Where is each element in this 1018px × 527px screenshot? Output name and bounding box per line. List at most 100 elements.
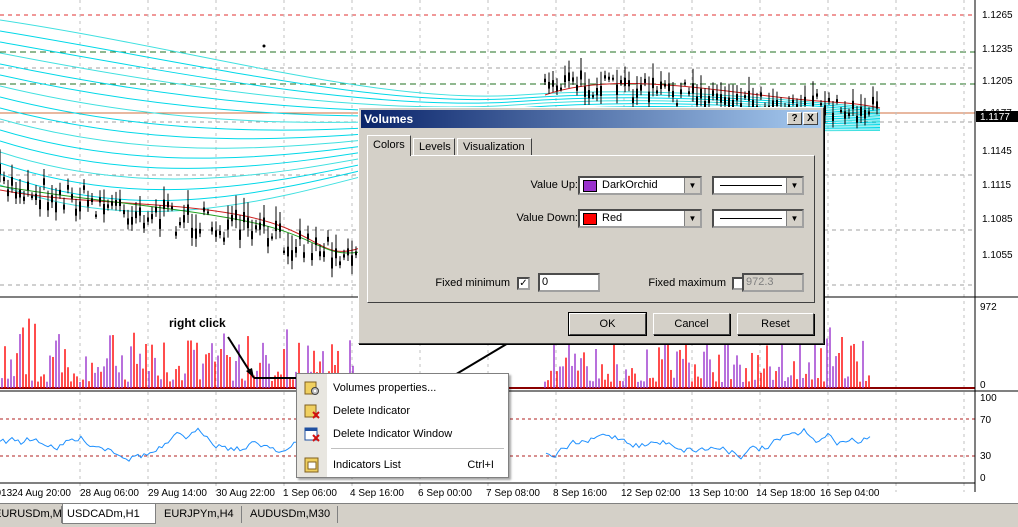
menu-item-label: Indicators List (333, 459, 401, 471)
candle-body (848, 112, 850, 117)
candle-body (219, 230, 221, 236)
menu-item-delete-indicator[interactable]: Delete Indicator (297, 400, 508, 422)
candle-body (267, 238, 269, 247)
value-down-color-name: Red (602, 212, 623, 224)
tab-eurusdm-m1[interactable]: EURUSDm,M1 (0, 506, 68, 523)
price-tick-label: 1.1085 (982, 214, 1013, 225)
menu-item-delete-indicator-window[interactable]: Delete Indicator Window (297, 423, 508, 445)
chevron-down-icon: ▼ (786, 211, 802, 226)
menu-item-volumes-properties[interactable]: Volumes properties... (297, 377, 508, 399)
candle-body (692, 83, 694, 94)
indicators-list-icon (304, 457, 319, 473)
candle-body (592, 95, 594, 98)
candle-body (684, 82, 686, 85)
candle-body (15, 191, 17, 199)
tab-eurjpym-h4[interactable]: EURJPYm,H4 (160, 506, 242, 523)
price-tick-label: 1.1145 (982, 146, 1012, 157)
candle-body (648, 91, 650, 103)
candle-body (548, 81, 550, 89)
indicator-context-menu: Volumes properties... Delete Indicator D… (296, 373, 509, 478)
candle-body (564, 75, 566, 83)
candle-body (339, 261, 341, 266)
candle-body (23, 196, 25, 201)
candle-body (311, 253, 313, 261)
candle-body (3, 177, 5, 182)
close-button[interactable]: X (803, 112, 818, 125)
dialog-titlebar[interactable]: Volumes ? X (361, 110, 821, 128)
right-click-annotation: right click (169, 316, 226, 330)
candle-body (155, 206, 157, 213)
reset-button[interactable]: Reset (737, 313, 814, 335)
fixed-maximum-label: Fixed maximum (648, 277, 726, 289)
candle-body (119, 199, 121, 207)
candle-body (279, 223, 281, 232)
candle-body (792, 99, 794, 104)
candle-body (111, 201, 113, 206)
candle-body (844, 111, 846, 119)
candle-body (632, 97, 634, 104)
candle-body (319, 251, 321, 257)
ma-line (0, 52, 881, 113)
candle-body (239, 229, 241, 240)
candle-body (75, 208, 77, 216)
fixed-minimum-label: Fixed minimum (435, 277, 510, 289)
candle-body (223, 237, 225, 242)
candle-body (580, 70, 582, 80)
delete-window-icon (304, 427, 320, 442)
fixed-maximum-input[interactable]: 972.3 (742, 273, 804, 292)
candle-body (560, 87, 562, 90)
candle-body (207, 211, 209, 214)
tab-levels[interactable]: Levels (413, 138, 455, 155)
candle-body (840, 110, 842, 113)
candle-body (167, 201, 169, 208)
chart-marker-dot (262, 44, 266, 48)
candle-body (59, 189, 61, 195)
value-up-color-select[interactable]: DarkOrchid ▼ (578, 176, 702, 195)
candle-body (151, 214, 153, 220)
candle-body (744, 95, 746, 98)
candle-body (760, 92, 762, 97)
ok-button[interactable]: OK (568, 312, 647, 336)
candle-body (696, 96, 698, 106)
candle-body (315, 237, 317, 246)
tab-audusdm-m30[interactable]: AUDUSDm,M30 (246, 506, 338, 523)
candle-body (672, 90, 674, 98)
candle-body (584, 86, 586, 97)
candle-body (0, 163, 1, 175)
candle-body (243, 212, 245, 223)
candle-body (604, 75, 606, 79)
fixed-minimum-checkbox[interactable]: ✓ (517, 277, 530, 290)
candle-body (588, 90, 590, 99)
candle-body (99, 197, 101, 203)
rsi-tick-label: 0 (980, 473, 986, 484)
time-tick-label: 28 Aug 06:00 (80, 488, 139, 499)
candle-body (307, 233, 309, 240)
candle-body (291, 250, 293, 261)
candle-body (816, 93, 818, 97)
time-tick-label: 29 Aug 14:00 (148, 488, 207, 499)
candle-body (27, 181, 29, 191)
candle-body (39, 199, 41, 210)
candle-body (103, 203, 105, 215)
dialog-title: Volumes (364, 112, 414, 126)
candle-body (343, 254, 345, 258)
candle-body (327, 236, 329, 242)
candle-body (700, 88, 702, 99)
cancel-button[interactable]: Cancel (653, 313, 730, 335)
value-down-style-select[interactable]: ▼ (712, 209, 804, 228)
candle-body (175, 231, 177, 236)
price-tick-label: 1.1115 (982, 180, 1012, 191)
fixed-minimum-input[interactable]: 0 (538, 273, 600, 292)
value-down-color-select[interactable]: Red ▼ (578, 209, 702, 228)
candle-body (71, 194, 73, 199)
tab-visualization[interactable]: Visualization (457, 138, 532, 155)
menu-item-indicators-list[interactable]: Indicators List Ctrl+I (297, 454, 508, 476)
help-button[interactable]: ? (787, 112, 802, 125)
candle-body (716, 93, 718, 100)
value-up-style-select[interactable]: ▼ (712, 176, 804, 195)
tab-usdcadm-h1[interactable]: USDCADm,H1 (62, 504, 156, 524)
candle-body (143, 222, 145, 229)
tab-colors[interactable]: Colors (367, 135, 411, 156)
candle-body (323, 251, 325, 258)
candle-body (203, 207, 205, 212)
